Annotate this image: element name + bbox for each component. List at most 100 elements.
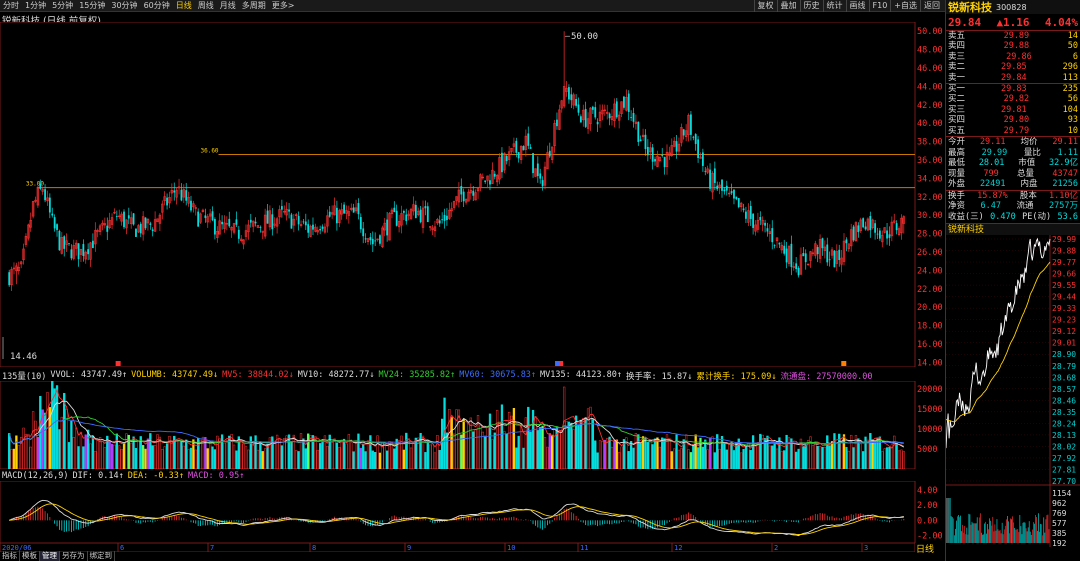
candle-body: [77, 243, 80, 260]
volume-bar: [828, 445, 831, 469]
volume-bar: [653, 438, 657, 469]
candle-body: [878, 230, 881, 239]
timeframe-1[interactable]: 1分钟: [22, 0, 49, 11]
volume-bar: [536, 430, 539, 469]
volume-bar: [115, 433, 118, 469]
volume-bar: [462, 419, 465, 469]
volume-bar: [871, 439, 874, 469]
mini-price-tick: 29.23: [1052, 315, 1076, 324]
candle-body: [132, 213, 135, 225]
candle-body: [874, 223, 876, 233]
toolbar-button-2[interactable]: 历史: [799, 0, 823, 12]
volume-bar: [742, 449, 745, 469]
stats-cell: 今开: [948, 136, 966, 147]
candle-body: [371, 238, 374, 245]
volume-tick: 20000: [917, 385, 943, 395]
volume-bar: [493, 432, 496, 469]
volume-bar: [704, 439, 707, 469]
toolbar-button-7[interactable]: 返回: [920, 0, 943, 12]
bottom-tab-1[interactable]: 模板: [20, 551, 40, 561]
candle-body: [627, 93, 630, 112]
candle-body: [297, 215, 300, 225]
price-change: ▲1.16: [996, 15, 1030, 29]
candle-body: [414, 204, 417, 219]
volume-bar: [488, 413, 492, 469]
toolbar-button-4[interactable]: 画线: [845, 0, 869, 12]
stats-cell: 29.11: [979, 136, 1006, 147]
candle-body: [173, 190, 176, 193]
volume-bar: [732, 450, 736, 469]
volume-bar: [254, 435, 257, 469]
timeframe-6[interactable]: 日线: [173, 0, 195, 11]
volume-bar: [55, 385, 59, 469]
candle-body: [876, 233, 879, 235]
timeframe-7[interactable]: 周线: [195, 0, 217, 11]
timeframe-toolbar: 分时 1分钟 5分钟 15分钟 30分钟 60分钟 日线 周线 月线 多周期 更多> 复权 叠加 历史 统计…: [0, 0, 1080, 12]
macd-legend: MACD(12,26,9) DIF: 0.14↑ DEA: -0.33↑ MACD: …: [2, 471, 244, 481]
toolbar-button-6[interactable]: +自选: [890, 0, 920, 12]
period-label[interactable]: 日线: [916, 542, 934, 555]
volume-bar: [290, 440, 293, 469]
timeframe-9[interactable]: 多周期: [239, 0, 269, 11]
toolbar-button-1[interactable]: 叠加: [776, 0, 800, 12]
candle-body: [579, 116, 582, 123]
mini-chart-title: 锐新科技: [946, 222, 1080, 235]
candle-body: [438, 220, 441, 224]
candle-body: [386, 219, 389, 236]
volume-bar: [41, 409, 44, 469]
intraday-mini-chart[interactable]: 29.99 29.88 29.77 29.66 29.55 29.44 29.33 29.23…: [945, 234, 1080, 548]
book-label: 卖三: [948, 51, 966, 62]
bottom-tab-0[interactable]: 指标: [0, 551, 20, 561]
timeframe-2[interactable]: 5分钟: [49, 0, 76, 11]
stats-row: 净资 6.47 流通 2757万: [946, 201, 1080, 212]
candle-body: [632, 113, 635, 122]
volume-bar: [527, 406, 530, 469]
candle-body: [302, 221, 305, 223]
book-volume: 10: [1067, 125, 1078, 136]
month-label: 8: [312, 544, 316, 552]
candle-body: [254, 221, 257, 224]
volume-bar: [594, 440, 597, 469]
timeframe-8[interactable]: 月线: [217, 0, 239, 11]
candle-body: [51, 213, 54, 216]
candle-body: [359, 217, 362, 230]
candle-body: [690, 114, 692, 135]
toolbar-button-5[interactable]: F10: [868, 0, 891, 12]
toolbar-button-0[interactable]: 复权: [753, 0, 777, 12]
candle-body: [493, 173, 496, 177]
volume-bar: [749, 449, 752, 469]
stats-cell: 市值: [1018, 158, 1036, 169]
bottom-tabs: 指标 模板 管理 另存为 绑定到: [0, 551, 115, 561]
volume-bar: [450, 417, 453, 469]
candle-body: [886, 230, 888, 239]
volume-bar: [656, 437, 659, 469]
bottom-tab-2[interactable]: 管理: [40, 551, 60, 561]
timeframe-5[interactable]: 60分钟: [141, 0, 173, 11]
mini-price-tick: 29.44: [1052, 292, 1076, 301]
volume-bar: [77, 446, 80, 469]
candle-body: [556, 119, 558, 127]
volume-bar: [670, 451, 673, 469]
timeframe-10[interactable]: 更多>: [269, 0, 298, 11]
volume-bar: [615, 439, 618, 469]
volume-bar: [531, 409, 535, 469]
stats-table: 今开 29.11 均价 29.11 最高 29.99 量比 1.11 最低 28.01 市值 32.9…: [946, 137, 1080, 190]
volume-bar: [374, 452, 377, 469]
bottom-tab-4[interactable]: 绑定到: [88, 551, 115, 561]
candle-body: [424, 206, 427, 209]
timeframe-3[interactable]: 15分钟: [76, 0, 108, 11]
candle-body: [249, 219, 252, 223]
toolbar-button-3[interactable]: 统计: [822, 0, 846, 12]
price-tick: 22.00: [917, 285, 943, 295]
stats-cell: 换手: [948, 190, 966, 201]
volume-bar: [591, 419, 594, 469]
volume-chart[interactable]: 20000 15000 10000 5000: [0, 381, 944, 469]
candle-body: [426, 206, 429, 223]
macd-chart[interactable]: 4.00 2.00 0.00 -2.00: [0, 481, 944, 543]
candle-body: [704, 170, 707, 172]
bottom-tab-3[interactable]: 另存为: [60, 551, 88, 561]
volume-bar: [484, 435, 487, 469]
timeframe-4[interactable]: 30分钟: [108, 0, 140, 11]
candlestick-chart[interactable]: 50.00 48.00 46.00 44.00 42.00 40.00 38.00 36.00…: [0, 22, 944, 367]
timeframe-0[interactable]: 分时: [0, 0, 22, 11]
